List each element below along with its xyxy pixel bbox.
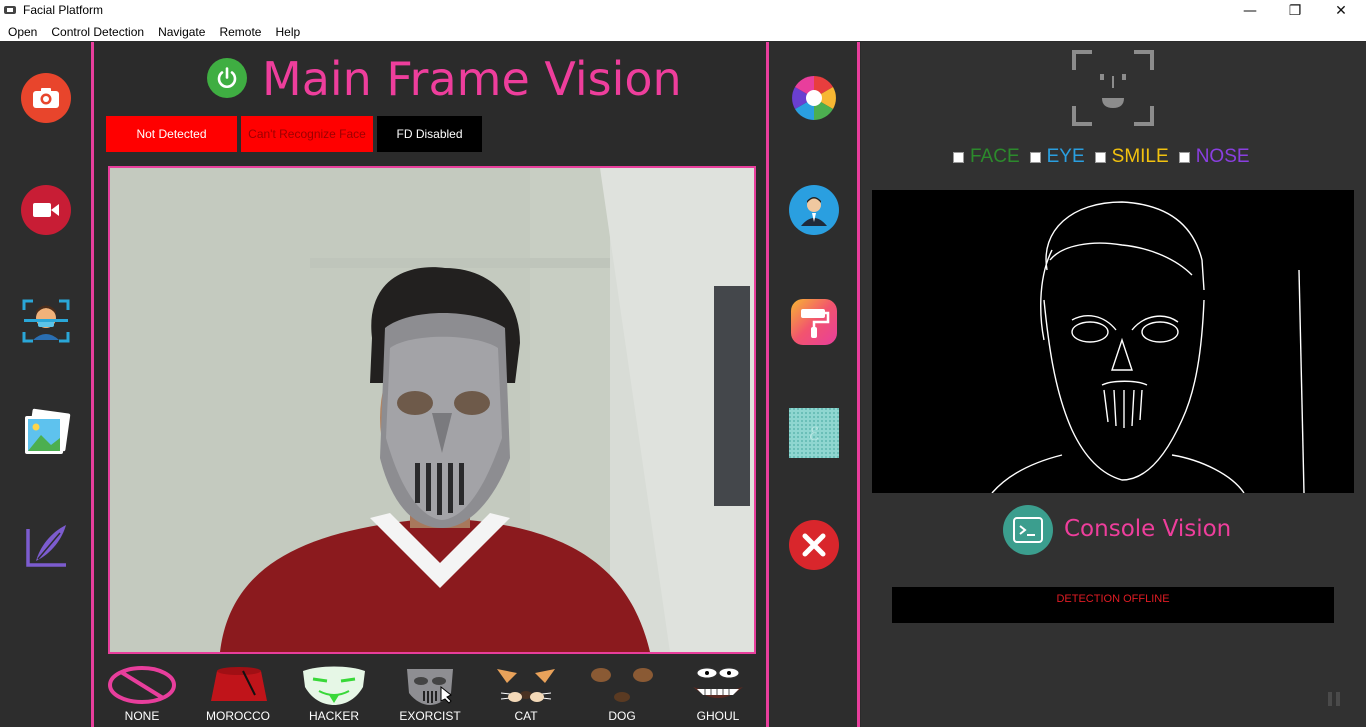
video-icon [33, 203, 59, 217]
status-recognition: Can't Recognize Face [241, 116, 373, 152]
power-button[interactable] [207, 58, 247, 98]
face-scan-icon [22, 299, 70, 343]
terminal-icon [1013, 517, 1043, 543]
menu-bar: Open Control Detection Navigate Remote H… [0, 22, 1366, 41]
mask-filter-bar: NONE MOROCCO HACKER EXORCIST CAT DOG GHO… [94, 659, 766, 727]
filter-dog-label: DOG [608, 709, 636, 723]
smile-label: SMILE [1111, 146, 1169, 167]
power-icon [217, 67, 237, 88]
filter-ghoul[interactable]: GHOUL [678, 659, 758, 727]
camera-icon [33, 88, 59, 108]
maximize-button[interactable]: ❐ [1272, 0, 1318, 22]
gallery-button[interactable] [20, 408, 72, 458]
console-output: DETECTION OFFLINE [892, 587, 1334, 623]
filter-none-label: NONE [124, 709, 160, 723]
close-icon [802, 533, 826, 557]
filter-hacker[interactable]: HACKER [294, 659, 374, 727]
filter-morocco-label: MOROCCO [206, 709, 270, 723]
face-scan-button[interactable] [20, 297, 72, 345]
face-scan-frame-icon [1072, 50, 1154, 126]
menu-open[interactable]: Open [0, 25, 44, 39]
close-window-button[interactable]: ✕ [1318, 0, 1364, 22]
divider-right [857, 42, 860, 727]
paint-roller-button[interactable] [789, 297, 839, 347]
status-fd: FD Disabled [377, 116, 482, 152]
console-message: DETECTION OFFLINE [1056, 593, 1170, 605]
color-wheel-icon [792, 76, 836, 120]
dog-ears-icon [591, 668, 653, 702]
camera-button[interactable] [21, 73, 71, 123]
edge-detection-image [991, 201, 1305, 494]
minimize-button[interactable]: — [1227, 0, 1273, 22]
pattern-icon: ℰ [789, 408, 839, 458]
effects-toolbar: ℰ [770, 42, 857, 727]
filter-exorcist[interactable]: EXORCIST [390, 659, 470, 727]
filter-exorcist-label: EXORCIST [399, 709, 461, 723]
video-button[interactable] [21, 185, 71, 235]
exorcist-mask-icon [407, 669, 453, 705]
paint-roller-icon [791, 299, 837, 345]
user-profile-icon [801, 197, 827, 226]
user-profile-button[interactable] [789, 185, 839, 235]
ghoul-face-icon [693, 667, 743, 698]
menu-navigate[interactable]: Navigate [151, 25, 212, 39]
quill-icon [26, 525, 66, 567]
smile-checkbox[interactable] [1094, 151, 1106, 163]
filter-cat[interactable]: CAT [486, 659, 566, 727]
filter-none[interactable]: NONE [102, 659, 182, 727]
quill-button[interactable] [21, 520, 71, 570]
none-icon [108, 666, 176, 704]
exit-button[interactable] [789, 520, 839, 570]
fez-hat-icon [211, 667, 267, 701]
status-detection: Not Detected [106, 116, 237, 152]
gallery-icon [25, 408, 71, 454]
app-icon [4, 6, 16, 14]
filter-hacker-label: HACKER [308, 709, 359, 723]
window-title: Facial Platform [23, 3, 104, 17]
face-label: FACE [970, 146, 1020, 167]
console-title: Console Vision [1064, 516, 1232, 542]
pause-icon [1328, 692, 1340, 706]
color-wheel-button[interactable] [789, 73, 839, 123]
detector-options: FACE EYE SMILE NOSE [953, 146, 1260, 168]
camera-feed-image [110, 168, 754, 652]
hacker-mask-icon [303, 666, 365, 705]
svg-text:ℰ: ℰ [809, 424, 820, 445]
cat-ears-icon [497, 669, 555, 702]
edge-detection-view [872, 190, 1354, 494]
filter-ghoul-label: GHOUL [696, 709, 740, 723]
face-checkbox[interactable] [953, 151, 964, 163]
main-frame-panel: Main Frame Vision Not Detected Can't Rec… [94, 42, 766, 727]
eye-checkbox[interactable] [1029, 151, 1041, 163]
divider-middle [766, 42, 769, 727]
pattern-button[interactable]: ℰ [789, 408, 839, 458]
eye-label: EYE [1046, 146, 1085, 167]
menu-remote[interactable]: Remote [212, 25, 268, 39]
menu-help[interactable]: Help [268, 25, 307, 39]
filter-cat-label: CAT [514, 709, 538, 723]
title-bar: Facial Platform — ❐ ✕ [0, 0, 1366, 22]
detection-panel: FACE EYE SMILE NOSE Console Vision DETEC… [861, 42, 1366, 727]
nose-label: NOSE [1195, 146, 1250, 167]
filter-dog[interactable]: DOG [582, 659, 662, 727]
console-button[interactable] [1003, 505, 1053, 555]
left-toolbar [0, 42, 90, 727]
camera-feed [108, 166, 756, 654]
main-title: Main Frame Vision [262, 52, 682, 106]
nose-checkbox[interactable] [1178, 151, 1190, 163]
pause-button[interactable] [1323, 688, 1345, 710]
filter-morocco[interactable]: MOROCCO [198, 659, 278, 727]
menu-control-detection[interactable]: Control Detection [44, 25, 151, 39]
